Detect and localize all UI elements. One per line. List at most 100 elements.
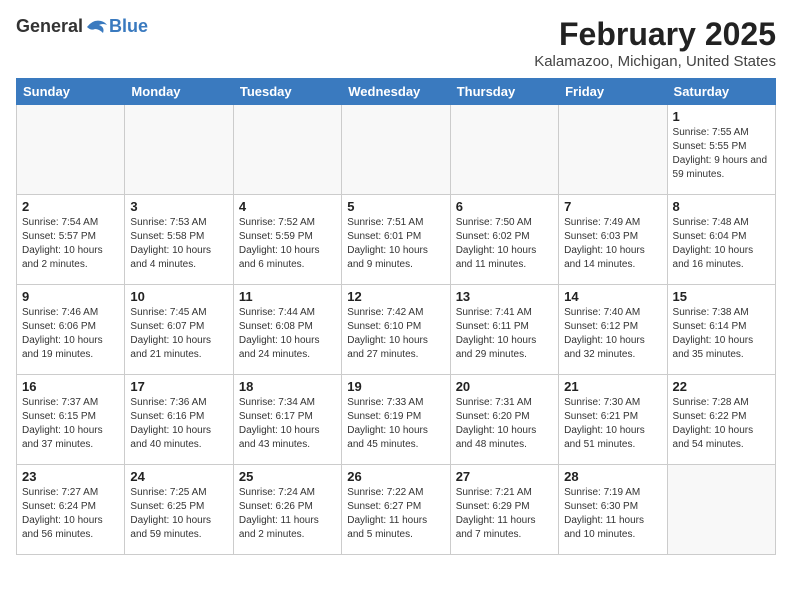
- calendar-cell: 23Sunrise: 7:27 AM Sunset: 6:24 PM Dayli…: [17, 465, 125, 555]
- logo: General Blue: [16, 16, 148, 37]
- calendar-cell: 12 Sunrise: 7:42 AM Sunset: 6:10 PM Dayli…: [342, 285, 450, 375]
- day-info: Sunrise: 7:36 AM Sunset: 6:16 PM Dayligh…: [130, 396, 227, 452]
- calendar-cell: 25 Sunrise: 7:24 AM Sunset: 6:26 PM Dayli…: [233, 465, 341, 555]
- calendar-cell: 6 Sunrise: 7:50 AM Sunset: 6:02 PM Daylig…: [450, 195, 558, 285]
- day-number: 12: [347, 289, 444, 304]
- calendar-cell: 9Sunrise: 7:46 AM Sunset: 6:06 PM Daylig…: [17, 285, 125, 375]
- day-number: 24: [130, 469, 227, 484]
- day-number: 10: [130, 289, 227, 304]
- day-number: 11: [239, 289, 336, 304]
- day-number: 17: [130, 379, 227, 394]
- day-number: 2: [22, 199, 119, 214]
- day-info: Sunrise: 7:40 AM Sunset: 6:12 PM Dayligh…: [564, 306, 661, 362]
- day-info: Sunrise: 7:42 AM Sunset: 6:10 PM Dayligh…: [347, 306, 444, 362]
- weekday-header-wednesday: Wednesday: [342, 79, 450, 105]
- day-number: 27: [456, 469, 553, 484]
- calendar-cell: 19Sunrise: 7:33 AM Sunset: 6:19 PM Dayli…: [342, 375, 450, 465]
- day-info: Sunrise: 7:44 AM Sunset: 6:08 PM Dayligh…: [239, 306, 336, 362]
- day-number: 3: [130, 199, 227, 214]
- day-number: 4: [239, 199, 336, 214]
- day-number: 15: [673, 289, 770, 304]
- day-info: Sunrise: 7:55 AM Sunset: 5:55 PM Dayligh…: [673, 126, 770, 182]
- calendar-cell: [17, 105, 125, 195]
- day-number: 16: [22, 379, 119, 394]
- day-number: 26: [347, 469, 444, 484]
- day-info: Sunrise: 7:48 AM Sunset: 6:04 PM Dayligh…: [673, 216, 770, 272]
- day-number: 13: [456, 289, 553, 304]
- calendar-week-row-5: 23Sunrise: 7:27 AM Sunset: 6:24 PM Dayli…: [17, 465, 776, 555]
- calendar-cell: [342, 105, 450, 195]
- calendar-cell: 5 Sunrise: 7:51 AM Sunset: 6:01 PM Daylig…: [342, 195, 450, 285]
- weekday-header-monday: Monday: [125, 79, 233, 105]
- day-info: Sunrise: 7:37 AM Sunset: 6:15 PM Dayligh…: [22, 396, 119, 452]
- day-info: Sunrise: 7:53 AM Sunset: 5:58 PM Dayligh…: [130, 216, 227, 272]
- day-info: Sunrise: 7:27 AM Sunset: 6:24 PM Dayligh…: [22, 486, 119, 542]
- calendar-cell: 18 Sunrise: 7:34 AM Sunset: 6:17 PM Dayli…: [233, 375, 341, 465]
- day-number: 7: [564, 199, 661, 214]
- day-info: Sunrise: 7:51 AM Sunset: 6:01 PM Dayligh…: [347, 216, 444, 272]
- page-title: February 2025: [534, 16, 776, 53]
- calendar-table: SundayMondayTuesdayWednesdayThursdayFrid…: [16, 78, 776, 555]
- day-info: Sunrise: 7:41 AM Sunset: 6:11 PM Dayligh…: [456, 306, 553, 362]
- day-info: Sunrise: 7:31 AM Sunset: 6:20 PM Dayligh…: [456, 396, 553, 452]
- logo-bird-icon: [85, 17, 109, 37]
- calendar-cell: 20 Sunrise: 7:31 AM Sunset: 6:20 PM Dayli…: [450, 375, 558, 465]
- calendar-cell: 17 Sunrise: 7:36 AM Sunset: 6:16 PM Dayli…: [125, 375, 233, 465]
- calendar-cell: 15 Sunrise: 7:38 AM Sunset: 6:14 PM Dayli…: [667, 285, 775, 375]
- calendar-cell: 1 Sunrise: 7:55 AM Sunset: 5:55 PM Daylig…: [667, 105, 775, 195]
- calendar-cell: 16 Sunrise: 7:37 AM Sunset: 6:15 PM Dayli…: [17, 375, 125, 465]
- title-block: February 2025 Kalamazoo, Michigan, Unite…: [534, 16, 776, 70]
- day-number: 14: [564, 289, 661, 304]
- day-info: Sunrise: 7:38 AM Sunset: 6:14 PM Dayligh…: [673, 306, 770, 362]
- weekday-header-saturday: Saturday: [667, 79, 775, 105]
- day-number: 6: [456, 199, 553, 214]
- calendar-week-row-2: 2 Sunrise: 7:54 AM Sunset: 5:57 PM Daylig…: [17, 195, 776, 285]
- day-number: 8: [673, 199, 770, 214]
- calendar-cell: [450, 105, 558, 195]
- day-number: 22: [673, 379, 770, 394]
- day-info: Sunrise: 7:30 AM Sunset: 6:21 PM Dayligh…: [564, 396, 661, 452]
- calendar-cell: 3 Sunrise: 7:53 AM Sunset: 5:58 PM Daylig…: [125, 195, 233, 285]
- calendar-cell: 26 Sunrise: 7:22 AM Sunset: 6:27 PM Dayli…: [342, 465, 450, 555]
- day-number: 25: [239, 469, 336, 484]
- weekday-header-row: SundayMondayTuesdayWednesdayThursdayFrid…: [17, 79, 776, 105]
- page-header: General Blue February 2025 Kalamazoo, Mi…: [16, 16, 776, 70]
- day-info: Sunrise: 7:19 AM Sunset: 6:30 PM Dayligh…: [564, 486, 661, 542]
- day-number: 5: [347, 199, 444, 214]
- day-number: 18: [239, 379, 336, 394]
- day-number: 21: [564, 379, 661, 394]
- calendar-cell: [125, 105, 233, 195]
- day-info: Sunrise: 7:34 AM Sunset: 6:17 PM Dayligh…: [239, 396, 336, 452]
- calendar-cell: 8 Sunrise: 7:48 AM Sunset: 6:04 PM Daylig…: [667, 195, 775, 285]
- day-info: Sunrise: 7:54 AM Sunset: 5:57 PM Dayligh…: [22, 216, 119, 272]
- calendar-cell: 11 Sunrise: 7:44 AM Sunset: 6:08 PM Dayli…: [233, 285, 341, 375]
- day-number: 20: [456, 379, 553, 394]
- calendar-cell: 24Sunrise: 7:25 AM Sunset: 6:25 PM Dayli…: [125, 465, 233, 555]
- day-info: Sunrise: 7:52 AM Sunset: 5:59 PM Dayligh…: [239, 216, 336, 272]
- calendar-cell: 4 Sunrise: 7:52 AM Sunset: 5:59 PM Daylig…: [233, 195, 341, 285]
- day-info: Sunrise: 7:28 AM Sunset: 6:22 PM Dayligh…: [673, 396, 770, 452]
- day-number: 1: [673, 109, 770, 124]
- calendar-cell: 10Sunrise: 7:45 AM Sunset: 6:07 PM Dayli…: [125, 285, 233, 375]
- logo-blue-text: Blue: [109, 16, 148, 37]
- calendar-cell: [667, 465, 775, 555]
- calendar-cell: [233, 105, 341, 195]
- weekday-header-sunday: Sunday: [17, 79, 125, 105]
- calendar-cell: 21 Sunrise: 7:30 AM Sunset: 6:21 PM Dayli…: [559, 375, 667, 465]
- day-info: Sunrise: 7:22 AM Sunset: 6:27 PM Dayligh…: [347, 486, 444, 542]
- day-info: Sunrise: 7:50 AM Sunset: 6:02 PM Dayligh…: [456, 216, 553, 272]
- day-info: Sunrise: 7:24 AM Sunset: 6:26 PM Dayligh…: [239, 486, 336, 542]
- calendar-week-row-4: 16 Sunrise: 7:37 AM Sunset: 6:15 PM Dayli…: [17, 375, 776, 465]
- calendar-cell: [559, 105, 667, 195]
- weekday-header-tuesday: Tuesday: [233, 79, 341, 105]
- weekday-header-thursday: Thursday: [450, 79, 558, 105]
- calendar-week-row-1: 1 Sunrise: 7:55 AM Sunset: 5:55 PM Daylig…: [17, 105, 776, 195]
- calendar-cell: 13 Sunrise: 7:41 AM Sunset: 6:11 PM Dayli…: [450, 285, 558, 375]
- weekday-header-friday: Friday: [559, 79, 667, 105]
- calendar-cell: 7Sunrise: 7:49 AM Sunset: 6:03 PM Daylig…: [559, 195, 667, 285]
- calendar-cell: 27Sunrise: 7:21 AM Sunset: 6:29 PM Dayli…: [450, 465, 558, 555]
- calendar-cell: 22 Sunrise: 7:28 AM Sunset: 6:22 PM Dayli…: [667, 375, 775, 465]
- calendar-cell: 14 Sunrise: 7:40 AM Sunset: 6:12 PM Dayli…: [559, 285, 667, 375]
- day-number: 28: [564, 469, 661, 484]
- calendar-cell: 2 Sunrise: 7:54 AM Sunset: 5:57 PM Daylig…: [17, 195, 125, 285]
